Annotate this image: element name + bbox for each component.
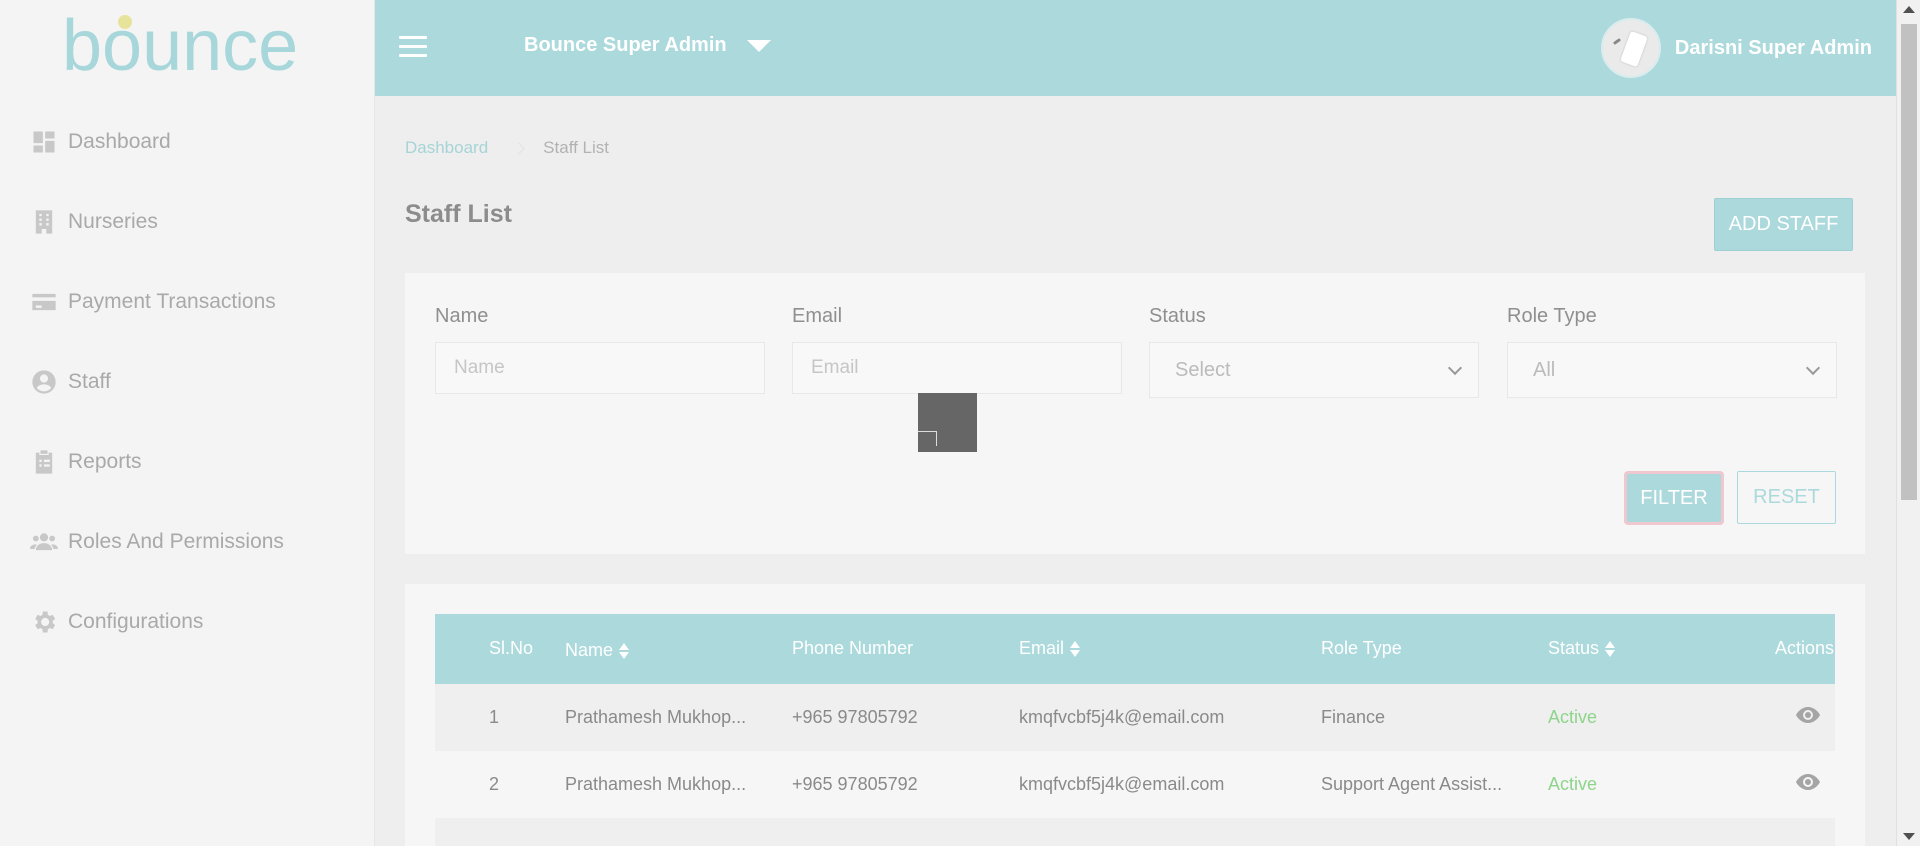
caret-down-icon <box>746 39 771 52</box>
status-label: Status <box>1149 305 1206 327</box>
status-select-value: Select <box>1175 358 1231 381</box>
sidebar-item-label: Nurseries <box>68 210 158 233</box>
filter-panel: Name Name Email Email Status Select Role… <box>405 273 1865 554</box>
filter-button[interactable]: FILTER <box>1624 471 1724 525</box>
column-header-actions: Actions <box>1775 638 1835 658</box>
breadcrumb: Dashboard Staff List <box>405 138 609 158</box>
loading-overlay-box <box>918 393 977 452</box>
sidebar-item-staff[interactable]: Staff <box>0 342 375 422</box>
table-row: 2 Prathamesh Mukhop... +965 97805792 kmq… <box>435 751 1835 818</box>
sidebar-item-roles-and-permissions[interactable]: Roles And Permissions <box>0 502 375 582</box>
column-header-phone: Phone Number <box>792 638 914 658</box>
name-filter-group: Name Name <box>435 305 765 394</box>
user-name: Darisni Super Admin <box>1674 36 1872 59</box>
table-row: 1 Prathamesh Mukhop... +965 97805792 kmq… <box>435 684 1835 751</box>
staff-table: Sl.No Name Phone Number Email Role Type … <box>405 584 1865 846</box>
cell-phone: +965 97805792 <box>792 774 918 794</box>
gear-icon <box>30 608 58 636</box>
name-label: Name <box>435 305 489 327</box>
email-filter-group: Email Email <box>792 305 1122 394</box>
cell-email: kmqfvcbf5j4k@email.com <box>1019 707 1225 727</box>
column-header-role-type: Role Type <box>1321 638 1402 658</box>
cell-role-type: Support Agent Assist... <box>1321 774 1503 794</box>
svg-text:bounce: bounce <box>62 12 298 86</box>
table-header: Sl.No Name Phone Number Email Role Type … <box>435 614 1835 684</box>
admin-switch-label: Bounce Super Admin <box>524 34 727 56</box>
sort-icon[interactable] <box>1070 640 1081 657</box>
cell-role-type: Finance <box>1321 707 1386 727</box>
column-header-email[interactable]: Email <box>1019 638 1081 659</box>
admin-switch-dropdown[interactable]: Bounce Super Admin <box>524 34 771 57</box>
status-badge: Active <box>1548 707 1598 727</box>
scroll-down-arrow-icon[interactable] <box>1903 833 1915 840</box>
sidebar-item-label: Reports <box>68 450 142 473</box>
status-filter-group: Status Select <box>1149 305 1479 398</box>
chevron-down-icon <box>1447 360 1463 376</box>
email-label: Email <box>792 305 843 327</box>
sidebar-nav: Dashboard Nurseries Payment Transactions… <box>0 102 375 662</box>
sidebar-item-label: Staff <box>68 370 111 393</box>
dashboard-icon <box>30 128 58 156</box>
role-type-label: Role Type <box>1507 305 1597 327</box>
sidebar-item-label: Configurations <box>68 610 204 633</box>
role-type-select-value: All <box>1533 358 1556 381</box>
sidebar-item-label: Payment Transactions <box>68 290 276 313</box>
cell-name: Prathamesh Mukhop... <box>565 774 747 794</box>
clipboard-icon <box>30 448 58 476</box>
sidebar-item-dashboard[interactable]: Dashboard <box>0 102 375 182</box>
sidebar-item-reports[interactable]: Reports <box>0 422 375 502</box>
building-icon <box>30 208 58 236</box>
scrollbar-thumb[interactable] <box>1901 24 1917 500</box>
breadcrumb-dashboard-link[interactable]: Dashboard <box>405 138 488 158</box>
email-input[interactable]: Email <box>792 342 1122 394</box>
column-header-slno: Sl.No <box>489 638 534 658</box>
chevron-right-icon <box>512 141 526 155</box>
top-header: Bounce Super Admin Darisni Super Admin <box>375 0 1896 96</box>
cell-email: kmqfvcbf5j4k@email.com <box>1019 774 1225 794</box>
page-scrollbar[interactable] <box>1896 0 1920 846</box>
hamburger-menu-icon[interactable] <box>399 36 427 58</box>
users-icon <box>30 528 58 556</box>
status-select[interactable]: Select <box>1149 342 1479 398</box>
bounce-logo[interactable]: bounce <box>62 12 312 88</box>
credit-card-icon <box>30 288 58 316</box>
scroll-up-arrow-icon[interactable] <box>1903 6 1915 13</box>
role-type-select[interactable]: All <box>1507 342 1837 398</box>
sort-icon[interactable] <box>619 642 630 659</box>
reset-button[interactable]: RESET <box>1737 471 1836 524</box>
sidebar-item-payment-transactions[interactable]: Payment Transactions <box>0 262 375 342</box>
status-badge: Active <box>1548 774 1598 794</box>
cell-slno: 1 <box>489 707 500 727</box>
user-circle-icon <box>30 368 58 396</box>
role-type-filter-group: Role Type All <box>1507 305 1837 398</box>
sidebar: bounce Dashboard Nurseries Payment Trans… <box>0 0 375 846</box>
sort-icon[interactable] <box>1605 640 1616 657</box>
cell-slno: 2 <box>489 774 500 794</box>
sidebar-item-label: Roles And Permissions <box>68 530 284 553</box>
eye-icon[interactable] <box>1796 774 1820 790</box>
sidebar-item-label: Dashboard <box>68 130 171 153</box>
column-header-name[interactable]: Name <box>565 640 630 661</box>
chevron-down-icon <box>1805 360 1821 376</box>
sidebar-item-nurseries[interactable]: Nurseries <box>0 182 375 262</box>
table-row <box>435 818 1835 846</box>
page-title: Staff List <box>405 200 512 228</box>
cell-phone: +965 97805792 <box>792 707 918 727</box>
eye-icon[interactable] <box>1796 707 1820 723</box>
breadcrumb-current: Staff List <box>543 138 610 157</box>
name-input[interactable]: Name <box>435 342 765 394</box>
sidebar-item-configurations[interactable]: Configurations <box>0 582 375 662</box>
user-menu[interactable]: Darisni Super Admin <box>1600 18 1872 78</box>
avatar <box>1600 18 1661 78</box>
cell-name: Prathamesh Mukhop... <box>565 707 747 727</box>
column-header-status[interactable]: Status <box>1548 638 1616 659</box>
add-staff-button[interactable]: ADD STAFF <box>1714 198 1853 251</box>
